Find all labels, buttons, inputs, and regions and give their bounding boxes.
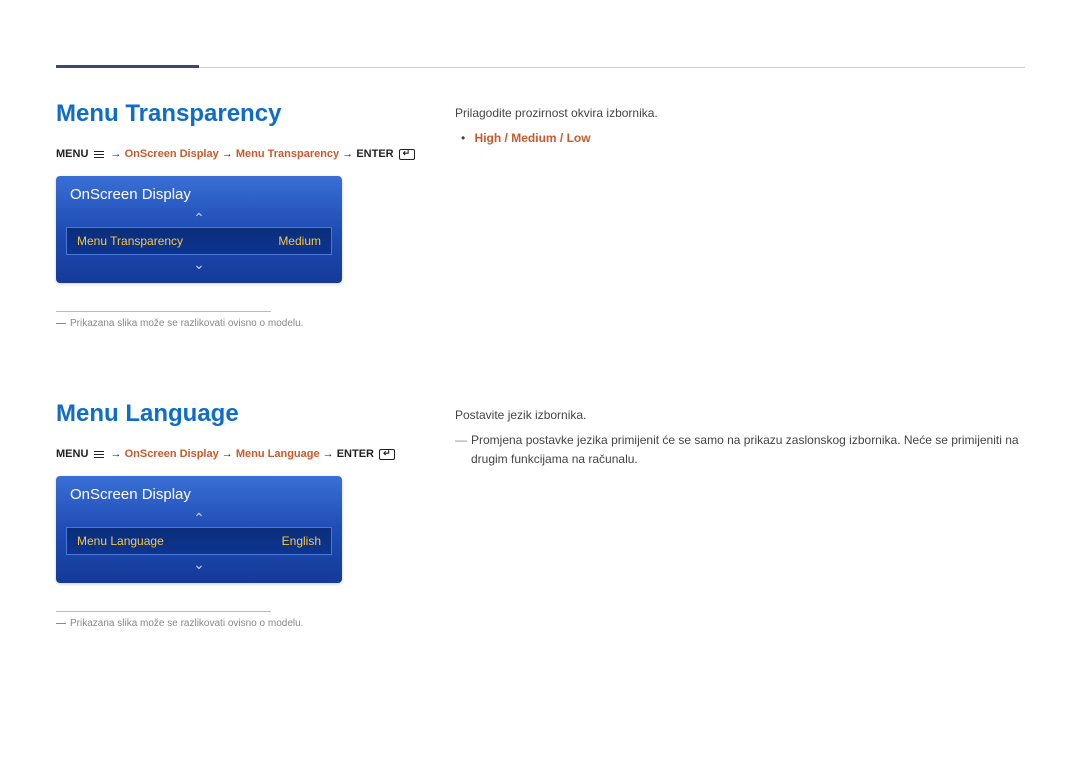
footnote-dash: ― — [56, 618, 66, 629]
osd-preview-box: OnScreen Display Menu Language English — [56, 476, 342, 583]
osd-down-arrow[interactable] — [56, 255, 342, 273]
breadcrumb-part-onscreen: OnScreen Display — [125, 148, 219, 160]
section-title: Menu Transparency — [56, 100, 416, 128]
breadcrumb-enter-label: ENTER — [356, 148, 393, 160]
note-dash: ― — [455, 431, 467, 469]
option-low: Low — [567, 131, 591, 145]
section-menu-transparency-desc: Prilagodite prozirnost okvira izbornika.… — [455, 104, 1025, 148]
osd-row-label: Menu Transparency — [77, 234, 183, 248]
osd-selected-row[interactable]: Menu Transparency Medium — [66, 227, 332, 255]
option-medium: Medium — [511, 131, 556, 145]
breadcrumb-menu-label: MENU — [56, 448, 88, 460]
description-text: Prilagodite prozirnost okvira izbornika. — [455, 104, 1025, 123]
osd-selected-row[interactable]: Menu Language English — [66, 527, 332, 555]
osd-row-label: Menu Language — [77, 534, 164, 548]
breadcrumb-arrow: → — [342, 148, 353, 160]
menu-icon — [93, 150, 105, 159]
breadcrumb-arrow: → — [111, 448, 122, 460]
section-title: Menu Language — [56, 400, 416, 428]
chevron-down-icon — [56, 557, 342, 571]
chevron-up-icon — [56, 511, 342, 525]
osd-up-arrow[interactable] — [56, 209, 342, 227]
osd-row-value: Medium — [278, 234, 321, 248]
options-line: • High / Medium / Low — [455, 129, 1025, 148]
note-text: Promjena postavke jezika primijenit će s… — [471, 431, 1025, 469]
breadcrumb-enter-label: ENTER — [337, 448, 374, 460]
footnote-divider — [56, 611, 271, 612]
osd-header: OnScreen Display — [56, 176, 342, 209]
enter-icon — [399, 149, 415, 160]
breadcrumb-arrow: → — [222, 148, 233, 160]
breadcrumb-arrow: → — [111, 148, 122, 160]
breadcrumb-menu-label: MENU — [56, 148, 88, 160]
breadcrumb-arrow: → — [222, 448, 233, 460]
breadcrumb-part-onscreen: OnScreen Display — [125, 448, 219, 460]
breadcrumb-part-menu-transparency: Menu Transparency — [236, 148, 339, 160]
description-note: ― Promjena postavke jezika primijenit će… — [455, 431, 1025, 469]
footnote: ― Prikazana slika može se razlikovati ovi… — [56, 618, 416, 629]
option-high: High — [475, 131, 502, 145]
footnote-text: Prikazana slika može se razlikovati ovis… — [70, 318, 303, 329]
header-divider-accent — [56, 65, 199, 68]
section-menu-language: Menu Language MENU → OnScreen Display → … — [56, 400, 416, 629]
osd-header: OnScreen Display — [56, 476, 342, 509]
footnote-dash: ― — [56, 318, 66, 329]
osd-row-value: English — [282, 534, 321, 548]
footnote-text: Prikazana slika može se razlikovati ovis… — [70, 618, 303, 629]
breadcrumb: MENU → OnScreen Display → Menu Language … — [56, 448, 416, 460]
section-menu-transparency: Menu Transparency MENU → OnScreen Displa… — [56, 100, 416, 329]
breadcrumb-arrow: → — [323, 448, 334, 460]
bullet-dot: • — [461, 131, 465, 145]
option-sep: / — [557, 131, 567, 145]
description-text: Postavite jezik izbornika. — [455, 406, 1025, 425]
header-divider — [56, 67, 1025, 68]
section-menu-language-desc: Postavite jezik izbornika. ― Promjena po… — [455, 406, 1025, 470]
breadcrumb: MENU → OnScreen Display → Menu Transpare… — [56, 148, 416, 160]
breadcrumb-part-menu-language: Menu Language — [236, 448, 320, 460]
osd-up-arrow[interactable] — [56, 509, 342, 527]
option-sep: / — [501, 131, 511, 145]
osd-preview-box: OnScreen Display Menu Transparency Mediu… — [56, 176, 342, 283]
footnote: ― Prikazana slika može se razlikovati ovi… — [56, 318, 416, 329]
chevron-up-icon — [56, 211, 342, 225]
enter-icon — [379, 449, 395, 460]
chevron-down-icon — [56, 257, 342, 271]
footnote-divider — [56, 311, 271, 312]
menu-icon — [93, 450, 105, 459]
osd-down-arrow[interactable] — [56, 555, 342, 573]
